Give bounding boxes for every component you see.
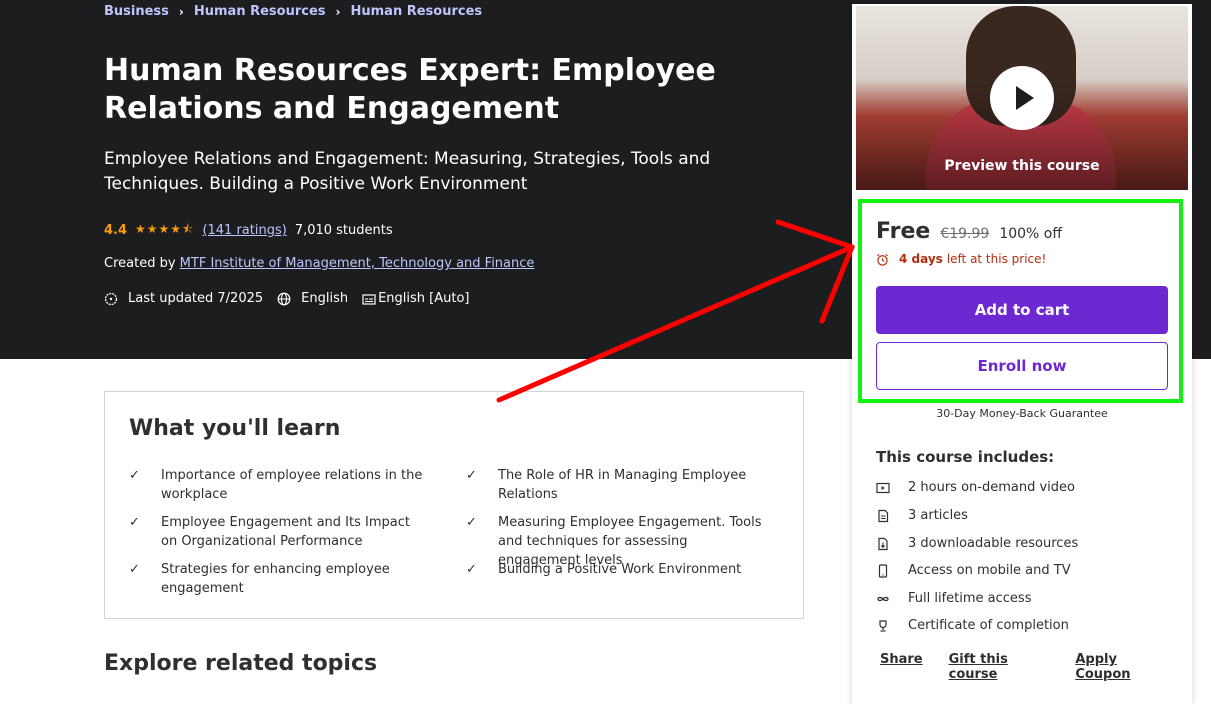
play-icon[interactable] — [990, 66, 1054, 130]
chevron-right-icon: › — [335, 4, 341, 19]
learn-heading: What you'll learn — [129, 416, 341, 441]
learn-item: ✓ Building a Positive Work Environment — [466, 560, 766, 579]
include-item-text: 3 downloadable resources — [908, 536, 1079, 551]
learn-item: ✓ Importance of employee relations in th… — [129, 466, 429, 504]
check-icon: ✓ — [466, 468, 477, 483]
language-text: English — [301, 291, 349, 306]
captions: English [Auto] — [362, 291, 470, 306]
trophy-icon — [879, 619, 887, 632]
student-count: 7,010 students — [294, 223, 393, 238]
includes-title: This course includes: — [876, 448, 1055, 466]
learn-item: ✓ Employee Engagement and Its Impact on … — [129, 513, 429, 551]
what-youll-learn: What you'll learn ✓ Importance of employ… — [104, 391, 804, 619]
learn-item-text: Importance of employee relations in the … — [161, 468, 423, 502]
learn-item: ✓ Strategies for enhancing employee enga… — [129, 560, 429, 598]
rating-row: 4.4 ★★★★⯪ (141 ratings) 7,010 students — [104, 220, 393, 241]
include-item: 3 articles — [876, 508, 968, 523]
check-icon: ✓ — [466, 562, 477, 577]
sidebar-links: Share Gift this course Apply Coupon — [880, 652, 1192, 682]
breadcrumb: Business › Human Resources › Human Resou… — [104, 4, 482, 19]
include-item-text: 3 articles — [908, 508, 968, 523]
learn-item: ✓ The Role of HR in Managing Employee Re… — [466, 466, 766, 504]
video-icon — [876, 482, 890, 493]
created-by-label: Created by — [104, 256, 176, 271]
include-item-text: Full lifetime access — [908, 591, 1032, 606]
creator-row: Created by MTF Institute of Management, … — [104, 256, 534, 271]
course-title: Human Resources Expert: Employee Relatio… — [104, 53, 716, 126]
annotation-highlight-box — [858, 199, 1183, 403]
share-link[interactable]: Share — [880, 652, 923, 682]
include-item-text: Access on mobile and TV — [908, 563, 1071, 578]
creator-link[interactable]: MTF Institute of Management, Technology … — [180, 256, 535, 271]
last-updated-text: Last updated 7/2025 — [128, 291, 264, 306]
check-icon: ✓ — [129, 562, 140, 577]
learn-item-text: Building a Positive Work Environment — [498, 562, 742, 577]
rating-value: 4.4 — [104, 223, 128, 238]
ratings-link[interactable]: (141 ratings) — [202, 223, 286, 238]
learn-item-text: The Role of HR in Managing Employee Rela… — [498, 468, 747, 502]
course-meta: Last updated 7/2025 English English [Aut… — [104, 291, 484, 306]
article-icon — [878, 509, 889, 522]
globe-icon — [277, 292, 291, 305]
course-subtitle: Employee Relations and Engagement: Measu… — [104, 149, 711, 194]
captions-text: English [Auto] — [378, 291, 470, 306]
check-icon: ✓ — [466, 515, 477, 530]
include-item-text: Certificate of completion — [908, 618, 1069, 633]
language: English — [277, 291, 348, 306]
learn-item-text: Employee Engagement and Its Impact on Or… — [161, 515, 410, 549]
include-item: Access on mobile and TV — [876, 563, 1071, 578]
infinity-icon — [877, 596, 889, 601]
mobile-icon — [878, 563, 888, 578]
last-updated: Last updated 7/2025 — [104, 291, 263, 306]
check-icon: ✓ — [129, 468, 140, 483]
apply-coupon-link[interactable]: Apply Coupon — [1075, 652, 1166, 682]
breadcrumb-human-resources[interactable]: Human Resources — [194, 4, 326, 19]
learn-item-text: Strategies for enhancing employee engage… — [161, 562, 390, 596]
check-icon: ✓ — [129, 515, 140, 530]
include-item: 2 hours on-demand video — [876, 480, 1075, 495]
breadcrumb-business[interactable]: Business — [104, 4, 169, 19]
include-item: Certificate of completion — [876, 618, 1069, 633]
chevron-right-icon: › — [178, 4, 184, 19]
money-back-guarantee: 30-Day Money-Back Guarantee — [936, 407, 1108, 420]
breadcrumb-human-resources-topic[interactable]: Human Resources — [350, 4, 482, 19]
alert-badge-icon — [104, 292, 118, 305]
include-item: Full lifetime access — [876, 591, 1031, 606]
captions-icon — [362, 293, 376, 305]
include-item: 3 downloadable resources — [876, 536, 1078, 551]
gift-course-link[interactable]: Gift this course — [949, 652, 1050, 682]
course-preview[interactable]: Preview this course — [856, 6, 1188, 190]
include-item-text: 2 hours on-demand video — [908, 480, 1075, 495]
preview-label[interactable]: Preview this course — [856, 158, 1188, 174]
related-topics-heading: Explore related topics — [104, 651, 378, 676]
star-rating-icon: ★★★★⯪ — [135, 222, 195, 236]
download-icon — [878, 537, 888, 550]
